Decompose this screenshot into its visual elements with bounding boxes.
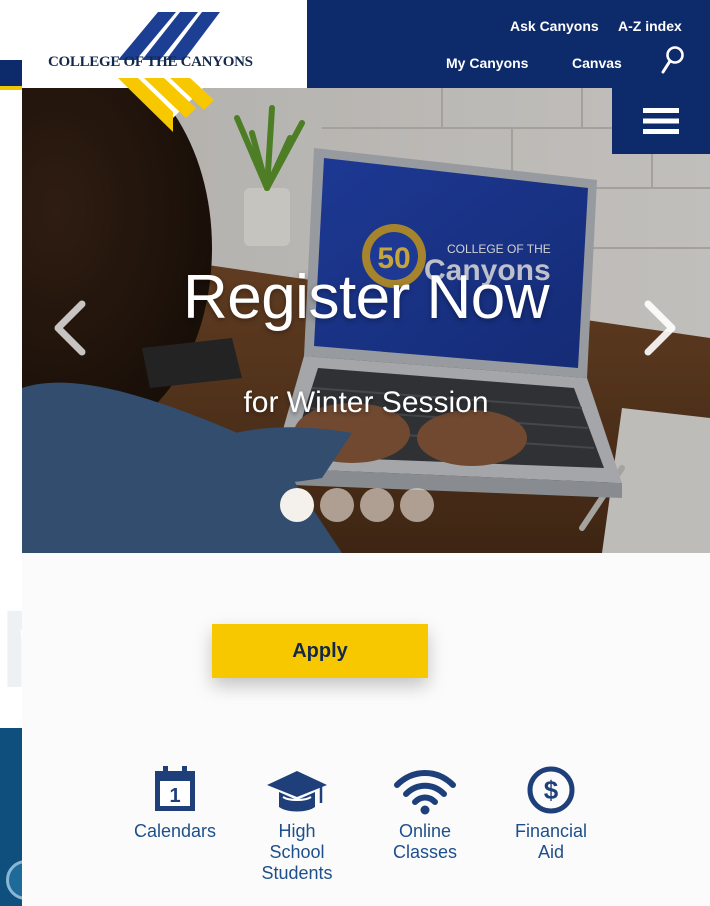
graduation-cap-icon — [267, 771, 327, 812]
carousel-next-button[interactable] — [640, 298, 680, 358]
carousel-dots — [280, 488, 434, 522]
quick-link-label: Calendars — [133, 821, 217, 841]
menu-button[interactable] — [612, 88, 710, 154]
canvas-link[interactable]: Canvas — [572, 55, 622, 71]
hero-title: Register Now — [182, 263, 550, 332]
mobile-page: COLLEGE OF THE CANYONS Ask Canyons A-Z i… — [22, 0, 710, 906]
carousel-dot-3[interactable] — [360, 488, 394, 522]
quick-link-online-classes[interactable]: Online Classes — [370, 765, 480, 863]
main-content: Apply 1 Calendars High School Students O… — [22, 553, 710, 906]
quick-link-high-school-students[interactable]: High School Students — [242, 765, 352, 884]
carousel-prev-button[interactable] — [50, 298, 90, 358]
svg-text:$: $ — [544, 775, 559, 805]
calendar-icon: 1 — [155, 766, 195, 811]
hero-subtitle: for Winter Session — [243, 386, 489, 419]
logo-mark-icon — [118, 8, 228, 132]
carousel-dot-2[interactable] — [320, 488, 354, 522]
quick-link-label: Online Classes — [392, 821, 458, 862]
a-z-index-link[interactable]: A-Z index — [618, 18, 682, 34]
quick-link-label: Financial Aid — [514, 821, 588, 862]
hero-carousel[interactable]: 50 COLLEGE OF THE Canyons — [22, 88, 710, 553]
college-logo[interactable]: COLLEGE OF THE CANYONS — [22, 0, 307, 132]
wifi-icon — [394, 770, 456, 815]
my-canyons-link[interactable]: My Canyons — [446, 55, 528, 71]
dollar-circle-icon: $ — [527, 766, 575, 814]
chevron-left-icon — [54, 300, 86, 356]
apply-button[interactable]: Apply — [212, 624, 428, 678]
ask-canyons-link[interactable]: Ask Canyons — [510, 18, 599, 34]
carousel-dot-1[interactable] — [280, 488, 314, 522]
quick-link-financial-aid[interactable]: $ Financial Aid — [496, 765, 606, 863]
search-button[interactable] — [660, 45, 686, 75]
logo-text: COLLEGE OF THE CANYONS — [48, 54, 253, 70]
svg-text:1: 1 — [169, 785, 180, 807]
hamburger-menu-icon — [643, 108, 679, 134]
carousel-dot-4[interactable] — [400, 488, 434, 522]
quick-link-label: High School Students — [261, 821, 333, 883]
chevron-right-icon — [644, 300, 676, 356]
search-icon — [661, 46, 684, 74]
site-header: COLLEGE OF THE CANYONS Ask Canyons A-Z i… — [22, 0, 710, 132]
utility-nav — [307, 0, 710, 88]
quick-link-calendars[interactable]: 1 Calendars — [120, 765, 230, 842]
